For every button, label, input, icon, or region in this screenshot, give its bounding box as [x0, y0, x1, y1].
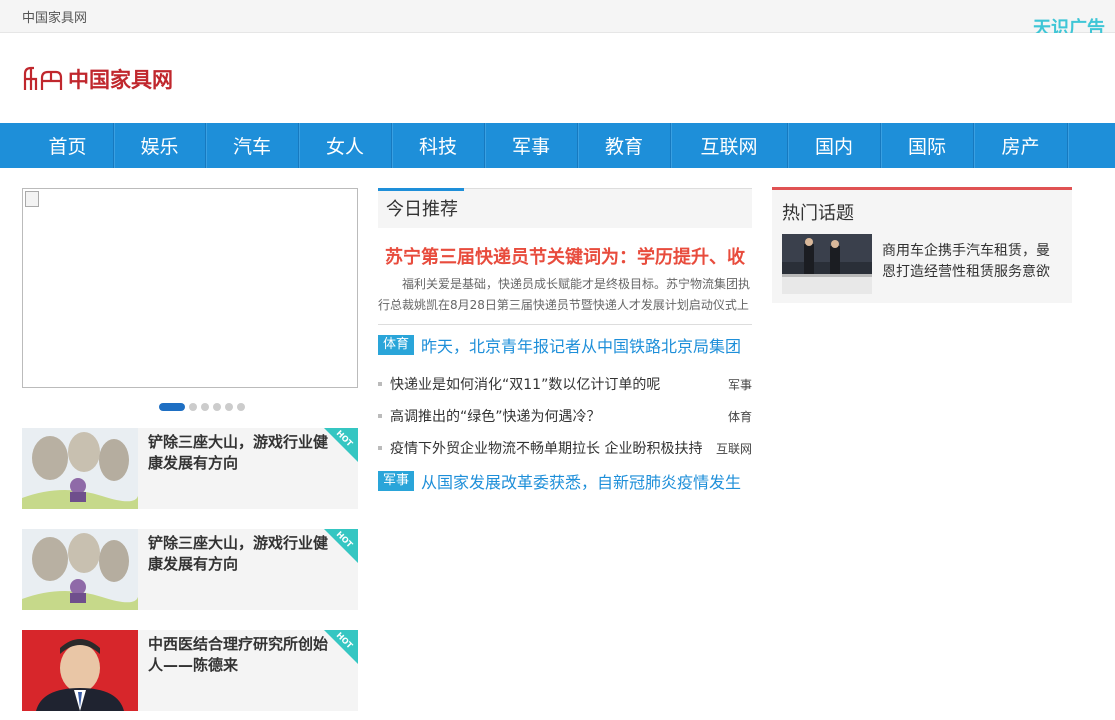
- nav-item[interactable]: 军事: [485, 123, 578, 168]
- feature-summary: 福利关爱是基础，快递员成长赋能才是终极目标。苏宁物流集团执行总裁姚凯在8月28日…: [378, 277, 751, 312]
- topic-title[interactable]: 商用车企携手汽车租赁，曼恩打造经营性租赁服务意欲: [882, 241, 1062, 283]
- nav-item-label: 互联网: [700, 136, 758, 158]
- feature-headline[interactable]: 苏宁第三届快递员节关键词为：学历提升、收: [385, 243, 745, 269]
- slider-dot[interactable]: [159, 403, 185, 411]
- news-title[interactable]: 高调推出的“绿色”快递为何遇冷？: [390, 406, 601, 426]
- nav-item-label: 娱乐: [140, 136, 179, 158]
- nav-item[interactable]: 国内: [788, 123, 881, 168]
- nav-item-label: 首页: [48, 136, 87, 158]
- list-item[interactable]: 疫情下外贸企业物流不畅单期拉长 企业盼积极扶持 互联网: [378, 432, 752, 464]
- hot-topics-heading: 热门话题: [782, 203, 854, 224]
- news-category[interactable]: 体育: [728, 408, 752, 425]
- main-nav: 首页 娱乐 汽车 女人 科技 军事 教育 互联网 国内 国际 房产: [0, 123, 1115, 168]
- top-bar: 中国家具网: [0, 0, 1115, 33]
- nav-item-label: 汽车: [232, 136, 271, 158]
- nav-item[interactable]: 教育: [578, 123, 671, 168]
- nav-item[interactable]: 国际: [881, 123, 974, 168]
- nav-item[interactable]: 首页: [22, 123, 114, 168]
- logo-chair-icon: [23, 66, 63, 90]
- nav-item-label: 国际: [907, 136, 946, 158]
- header: 中国家具网: [0, 33, 1115, 123]
- slider-dot[interactable]: [237, 403, 245, 411]
- list-item[interactable]: 高调推出的“绿色”快递为何遇冷？ 体育: [378, 400, 752, 432]
- nav-item[interactable]: 科技: [392, 123, 485, 168]
- news-thumbnail: [22, 529, 138, 610]
- nav-item-label: 女人: [325, 136, 364, 158]
- slider-dot[interactable]: [189, 403, 197, 411]
- bullet-icon: [378, 414, 382, 418]
- nav-item[interactable]: 汽车: [206, 123, 299, 168]
- slider-dot[interactable]: [213, 403, 221, 411]
- slider-dots: [159, 403, 245, 411]
- news-category[interactable]: 互联网: [716, 440, 752, 457]
- list-item[interactable]: 快递业是如何消化“双11”数以亿计订单的呢 军事: [378, 368, 752, 400]
- slider-dot[interactable]: [225, 403, 233, 411]
- hot-item-title[interactable]: 铲除三座大山，游戏行业健康发展有方向: [148, 533, 334, 575]
- site-logo[interactable]: 中国家具网: [22, 63, 173, 95]
- slider-dot[interactable]: [201, 403, 209, 411]
- logo-text: 中国家具网: [68, 68, 173, 92]
- nav-item[interactable]: 互联网: [671, 123, 788, 168]
- bullet-icon: [378, 446, 382, 450]
- news-category[interactable]: 军事: [728, 376, 752, 393]
- nav-item[interactable]: 女人: [299, 123, 392, 168]
- nav-item-label: 国内: [814, 136, 853, 158]
- image-slider[interactable]: [22, 188, 358, 388]
- nav-item-label: 军事: [511, 136, 550, 158]
- tagged-news-title[interactable]: 从国家发展改革委获悉，自新冠肺炎疫情发生: [421, 469, 741, 493]
- tab-today-recommend[interactable]: 今日推荐: [378, 188, 464, 228]
- hot-topics-panel: 热门话题 商用车企携手汽车租赁，曼恩打造经营性租赁服务意欲: [772, 187, 1072, 303]
- site-name-link[interactable]: 中国家具网: [22, 7, 87, 26]
- recommend-tab-bar: 今日推荐: [378, 188, 752, 228]
- nav-item-label: 教育: [604, 136, 643, 158]
- nav-item[interactable]: 娱乐: [114, 123, 206, 168]
- hot-list-item[interactable]: 铲除三座大山，游戏行业健康发展有方向 HOT: [22, 428, 358, 509]
- bullet-icon: [378, 382, 382, 386]
- news-title[interactable]: 快递业是如何消化“双11”数以亿计订单的呢: [390, 374, 660, 394]
- tagged-news-item[interactable]: 体育 昨天，北京青年报记者从中国铁路北京局集团: [378, 334, 752, 356]
- hot-item-title[interactable]: 中西医结合理疗研究所创始人——陈德来: [148, 634, 334, 676]
- news-title[interactable]: 疫情下外贸企业物流不畅单期拉长 企业盼积极扶持: [390, 438, 702, 458]
- broken-image-icon: [25, 191, 39, 207]
- news-thumbnail: [22, 630, 138, 711]
- tagged-news-item[interactable]: 军事 从国家发展改革委获悉，自新冠肺炎疫情发生: [378, 470, 752, 492]
- nav-item[interactable]: 房产: [974, 123, 1068, 168]
- news-thumbnail: [22, 428, 138, 509]
- hot-list-item[interactable]: 铲除三座大山，游戏行业健康发展有方向 HOT: [22, 529, 358, 610]
- category-tag[interactable]: 军事: [378, 471, 415, 491]
- tagged-news-title[interactable]: 昨天，北京青年报记者从中国铁路北京局集团: [421, 333, 741, 357]
- hot-item-title[interactable]: 铲除三座大山，游戏行业健康发展有方向: [148, 432, 334, 474]
- category-tag[interactable]: 体育: [378, 335, 415, 355]
- hot-list-item[interactable]: 中西医结合理疗研究所创始人——陈德来 HOT: [22, 630, 358, 711]
- topic-thumbnail[interactable]: [782, 234, 872, 294]
- nav-item-label: 房产: [1001, 136, 1040, 158]
- news-list: 快递业是如何消化“双11”数以亿计订单的呢 军事 高调推出的“绿色”快递为何遇冷…: [378, 368, 752, 464]
- divider: [378, 324, 752, 325]
- nav-item-label: 科技: [418, 136, 457, 158]
